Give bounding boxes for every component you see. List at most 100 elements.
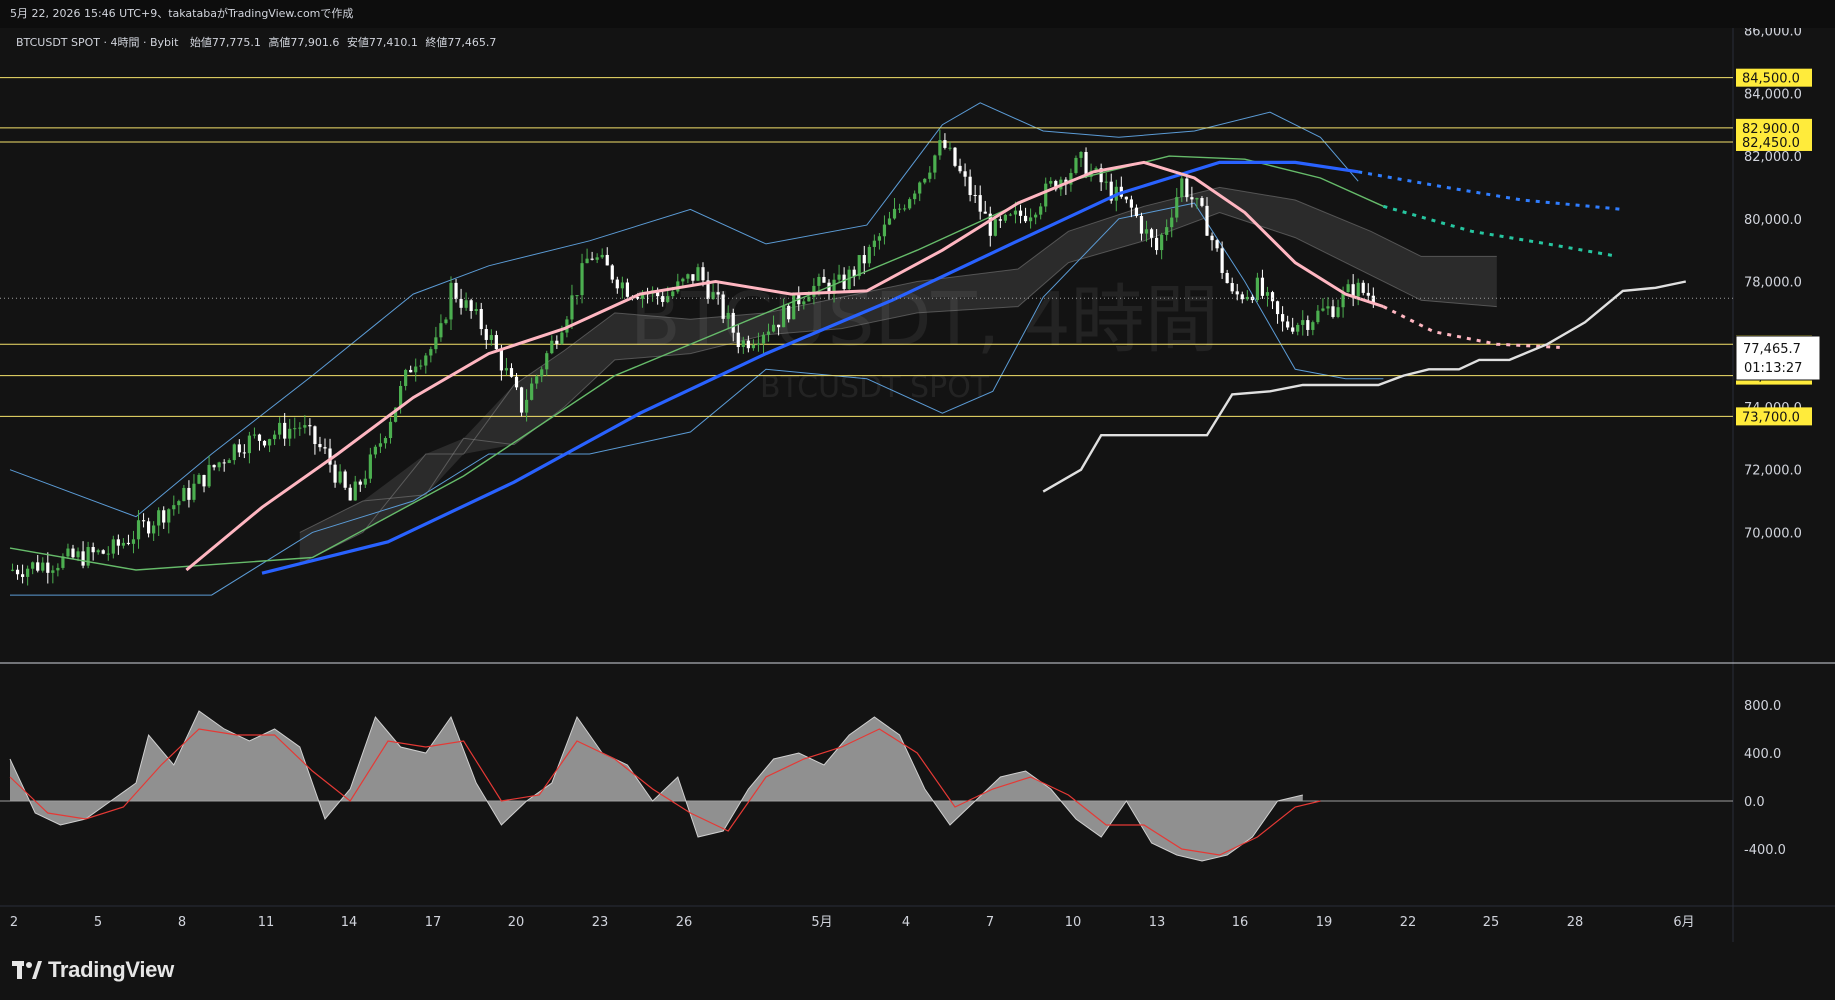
candle-body <box>746 340 750 349</box>
legend-open-value: 77,775.1 <box>212 36 261 49</box>
candle-body <box>126 542 131 544</box>
candle-body <box>1336 307 1340 317</box>
candle-body <box>903 208 907 210</box>
candle-body <box>600 254 604 258</box>
candle-body <box>46 562 50 573</box>
candle-body <box>1366 292 1370 296</box>
candle-body <box>1144 229 1149 234</box>
candle-body <box>983 211 987 214</box>
candle-body <box>348 487 352 501</box>
candle-body <box>756 343 761 345</box>
candle-body <box>363 478 367 485</box>
candle-body <box>439 323 443 338</box>
candle-body <box>116 539 120 546</box>
candle-body <box>318 444 322 448</box>
time-tick: 5月 <box>811 915 832 930</box>
candle-body <box>187 487 191 500</box>
candle-body <box>751 344 755 349</box>
candle-body <box>383 438 388 444</box>
candle-body <box>525 399 529 413</box>
candle-body <box>26 568 30 577</box>
candle-body <box>242 452 246 454</box>
candle-body <box>1215 240 1219 249</box>
candle-body <box>887 218 892 225</box>
candle-body <box>338 471 342 483</box>
candle-body <box>1291 327 1295 332</box>
candle-body <box>454 282 458 299</box>
bar-countdown: 01:13:27 <box>1744 361 1802 376</box>
candle-body <box>10 569 15 571</box>
candle-body <box>897 208 902 210</box>
candle-body <box>973 195 977 197</box>
candle-body <box>1155 237 1159 251</box>
time-tick: 2 <box>10 915 18 930</box>
candle-body <box>419 365 423 367</box>
candle-body <box>499 349 503 371</box>
candle-body <box>71 548 75 558</box>
candle-body <box>36 562 40 571</box>
candle-body <box>333 464 337 483</box>
candle-body <box>519 387 524 413</box>
candle-body <box>232 444 236 461</box>
time-tick: 16 <box>1232 915 1249 930</box>
time-tick: 23 <box>592 915 609 930</box>
candle-body <box>681 278 685 282</box>
candle-body <box>489 335 493 340</box>
candle-body <box>802 301 806 305</box>
candle-body <box>1255 277 1259 301</box>
chart-canvas[interactable]: BTCUSDT, 4時間 BTCUSDT SPOT 70,000.072,000… <box>0 0 1835 1000</box>
candle-body <box>459 298 463 308</box>
price-tick: 72,000.0 <box>1744 464 1802 479</box>
candle-body <box>323 447 327 449</box>
candle-body <box>1160 234 1164 251</box>
candle-body <box>1286 321 1290 328</box>
candle-body <box>227 460 231 464</box>
time-tick: 19 <box>1316 915 1333 930</box>
candle-body <box>449 282 453 320</box>
candle-body <box>1039 206 1043 215</box>
candle-body <box>928 172 932 179</box>
candle-body <box>358 481 362 485</box>
candle-body <box>1230 283 1234 292</box>
candle-body <box>923 178 927 183</box>
candle-body <box>1225 272 1229 284</box>
price-tick: 84,000.0 <box>1744 87 1802 102</box>
candle-body <box>615 279 619 289</box>
candle-body <box>469 300 473 312</box>
candle-body <box>444 319 448 324</box>
candle-body <box>1210 235 1214 241</box>
candle-body <box>1003 214 1007 221</box>
legend-high-value: 77,901.6 <box>290 36 339 49</box>
chart-caption-bar: 5月 22, 2026 15:46 UTC+9、takatabaがTrading… <box>0 0 1835 28</box>
candle-body <box>953 147 957 166</box>
candle-body <box>978 195 982 212</box>
candle-body <box>494 335 498 350</box>
candle-body <box>409 369 413 373</box>
candle-body <box>625 282 629 297</box>
candle-body <box>1018 210 1023 216</box>
candle-body <box>207 464 211 487</box>
candle-body <box>429 349 433 356</box>
candle-body <box>671 291 675 297</box>
macd-tick: 800.0 <box>1744 699 1781 714</box>
candle-body <box>1311 322 1315 330</box>
time-tick: 14 <box>341 915 358 930</box>
tradingview-logo-icon <box>12 957 42 983</box>
candle-body <box>41 562 45 571</box>
candle-body <box>222 462 226 464</box>
price-axis-ticks[interactable]: 70,000.072,000.074,000.076,000.078,000.0… <box>1744 25 1802 542</box>
candle-body <box>777 324 781 328</box>
candle-body <box>555 340 559 344</box>
chart-background <box>0 28 1733 942</box>
candle-body <box>15 569 20 575</box>
candle-body <box>1321 308 1325 311</box>
candle-body <box>590 258 594 260</box>
legend-symbol: BTCUSDT SPOT · 4時間 · Bybit <box>16 36 179 49</box>
candle-body <box>177 501 181 506</box>
candle-body <box>605 254 609 266</box>
footer-bar <box>0 942 1835 1000</box>
candle-body <box>1281 314 1285 322</box>
candle-body <box>167 509 171 523</box>
candle-body <box>373 446 377 455</box>
tradingview-logo[interactable]: TradingView <box>12 957 174 983</box>
